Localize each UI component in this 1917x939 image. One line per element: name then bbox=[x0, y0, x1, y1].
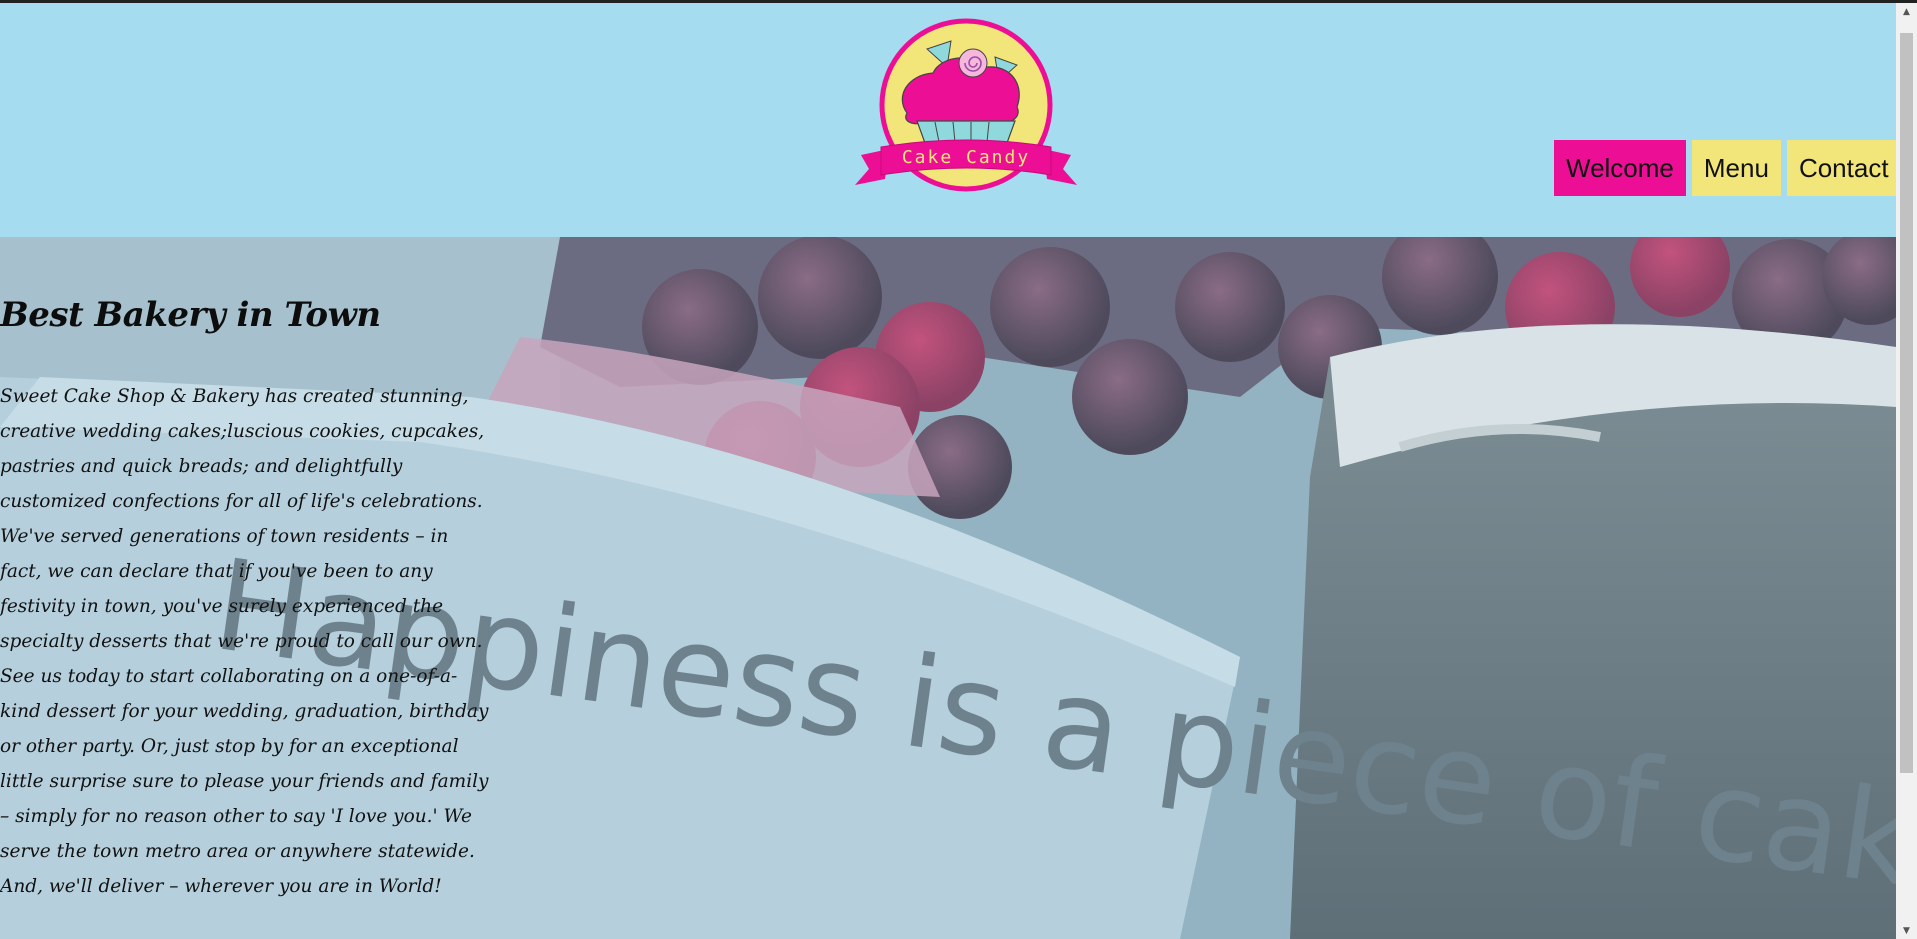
hero-description: Sweet Cake Shop & Bakery has created stu… bbox=[0, 386, 489, 897]
scroll-up-arrow-icon[interactable]: ▲ bbox=[1896, 3, 1917, 20]
vertical-scrollbar[interactable]: ▲ ▼ bbox=[1896, 3, 1917, 939]
site-header: Cake Candy Welcome Menu Contact bbox=[0, 3, 1901, 237]
nav-menu[interactable]: Menu bbox=[1691, 140, 1781, 196]
scrollbar-thumb[interactable] bbox=[1900, 33, 1913, 773]
hero-content: Best Bakery in Town Sweet Cake Shop & Ba… bbox=[0, 295, 500, 923]
cake-candy-logo[interactable]: Cake Candy bbox=[855, 9, 1077, 195]
scroll-down-arrow-icon[interactable]: ▼ bbox=[1896, 922, 1917, 939]
nav-contact[interactable]: Contact bbox=[1786, 140, 1901, 196]
hero-section: Happiness is a piece of cake Best Bakery… bbox=[0, 237, 1896, 939]
nav-welcome[interactable]: Welcome bbox=[1554, 140, 1686, 196]
hero-title: Best Bakery in Town bbox=[0, 295, 381, 335]
main-nav: Welcome Menu Contact bbox=[1554, 140, 1901, 196]
svg-text:Cake Candy: Cake Candy bbox=[902, 147, 1030, 168]
